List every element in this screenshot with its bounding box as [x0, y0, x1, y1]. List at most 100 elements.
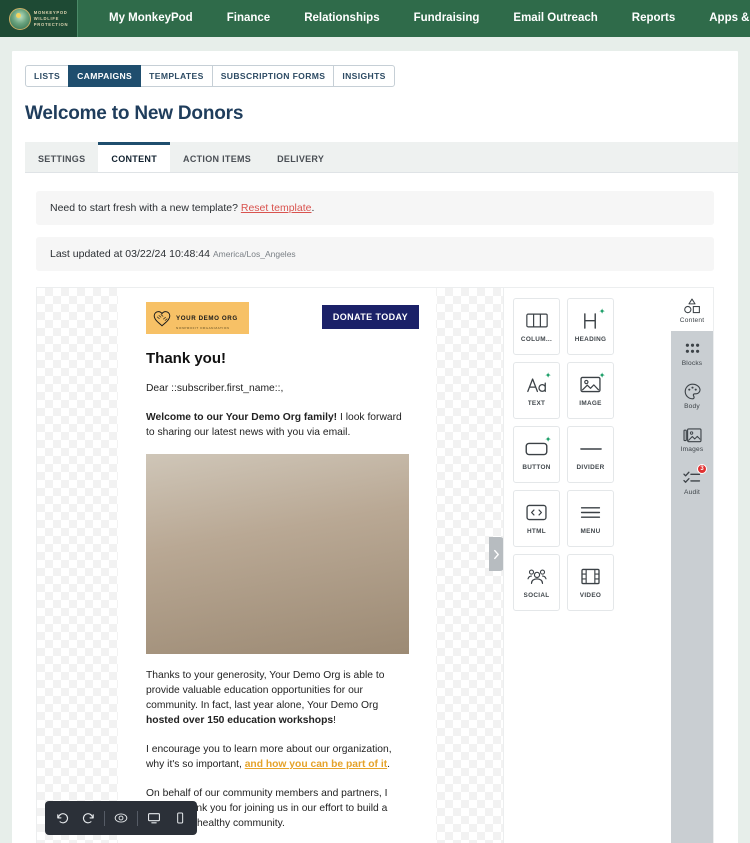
brand-logo[interactable]: MONKEYPOD WILDLIFE PROTECTION — [0, 0, 78, 37]
org-logo-tagline: NONPROFIT ORGANIZATION — [176, 325, 230, 330]
reset-notice-suffix: . — [311, 202, 315, 214]
editor-bottom-toolbar — [45, 801, 197, 835]
nav-link-fundraising[interactable]: Fundraising — [397, 0, 497, 37]
learn-more-link[interactable]: and how you can be part of it — [245, 759, 387, 770]
email-welcome-paragraph[interactable]: Welcome to our Your Demo Org family! I l… — [146, 410, 409, 440]
block-html[interactable]: HTML — [513, 490, 560, 547]
reset-template-notice: Need to start fresh with a new template?… — [36, 191, 714, 225]
rail-item-body[interactable]: Body — [671, 374, 713, 417]
chevron-right-icon — [494, 549, 499, 559]
content-card: LISTS CAMPAIGNS TEMPLATES SUBSCRIPTION F… — [12, 51, 738, 843]
logo-line-1: MONKEYPOD — [33, 9, 68, 15]
pill-tab-insights[interactable]: INSIGHTS — [333, 65, 395, 87]
block-video[interactable]: VIDEO — [567, 554, 614, 611]
org-logo-name: YOUR DEMO ORG — [176, 314, 238, 322]
last-updated-notice: Last updated at 03/22/24 10:48:44 America… — [36, 237, 714, 271]
block-menu[interactable]: MENU — [567, 490, 614, 547]
desktop-view-button[interactable] — [141, 807, 167, 829]
ai-sparkle-icon: ✦ — [544, 370, 552, 380]
tab-content[interactable]: CONTENT — [98, 142, 171, 172]
demo-org-logo[interactable]: YOUR DEMO ORG NONPROFIT ORGANIZATION — [146, 302, 249, 334]
email-canvas[interactable]: YOUR DEMO ORG NONPROFIT ORGANIZATION DON… — [37, 288, 503, 843]
block-label-text: TEXT — [527, 399, 546, 407]
video-icon — [579, 567, 603, 587]
block-social[interactable]: SOCIAL — [513, 554, 560, 611]
last-updated-text: Last updated at 03/22/24 10:48:44 — [50, 248, 210, 260]
primary-nav-links: My MonkeyPod Finance Relationships Fundr… — [78, 0, 750, 37]
block-divider[interactable]: DIVIDER — [567, 426, 614, 483]
campaign-section-tabs: SETTINGS CONTENT ACTION ITEMS DELIVERY — [25, 142, 738, 173]
pill-tab-templates[interactable]: TEMPLATES — [140, 65, 213, 87]
block-label-html: HTML — [527, 527, 546, 535]
rail-label-body: Body — [684, 403, 700, 410]
generosity-text-post: ! — [333, 715, 336, 726]
email-editor: YOUR DEMO ORG NONPROFIT ORGANIZATION DON… — [36, 287, 714, 843]
ai-sparkle-icon: ✦ — [544, 434, 552, 444]
collapse-panel-handle[interactable] — [489, 537, 503, 571]
nav-link-relationships[interactable]: Relationships — [287, 0, 396, 37]
tab-delivery[interactable]: DELIVERY — [264, 142, 337, 172]
mobile-view-button[interactable] — [167, 807, 193, 829]
email-generosity-paragraph[interactable]: Thanks to your generosity, Your Demo Org… — [146, 668, 409, 728]
rail-item-blocks[interactable]: Blocks — [671, 331, 713, 374]
nav-link-reports[interactable]: Reports — [615, 0, 692, 37]
toolbar-divider-2 — [137, 810, 138, 826]
nav-link-email-outreach[interactable]: Email Outreach — [496, 0, 614, 37]
email-salutation[interactable]: Dear ::subscriber.first_name::, — [146, 381, 409, 396]
block-columns[interactable]: COLUM... — [513, 298, 560, 355]
block-text[interactable]: ✦ TEXT — [513, 362, 560, 419]
heading-icon: ✦ — [579, 306, 606, 331]
reset-notice-text: Need to start fresh with a new template? — [50, 202, 238, 214]
page-title: Welcome to New Donors — [25, 103, 244, 124]
encourage-text-post: . — [387, 759, 391, 770]
block-button[interactable]: ✦ BUTTON — [513, 426, 560, 483]
block-label-image: IMAGE — [579, 399, 602, 407]
ai-sparkle-icon: ✦ — [598, 370, 606, 380]
reset-template-link[interactable]: Reset template — [241, 202, 312, 214]
rail-item-images[interactable]: Images — [671, 417, 713, 460]
tab-settings[interactable]: SETTINGS — [25, 142, 98, 172]
page-container: LISTS CAMPAIGNS TEMPLATES SUBSCRIPTION F… — [0, 51, 750, 843]
rail-item-audit[interactable]: 3 Audit — [671, 460, 713, 503]
pill-tab-lists[interactable]: LISTS — [25, 65, 70, 87]
block-label-divider: DIVIDER — [576, 463, 605, 471]
photo-content — [146, 454, 409, 654]
block-label-menu: MENU — [580, 527, 601, 535]
block-label-columns: COLUM... — [520, 335, 553, 343]
email-encourage-paragraph[interactable]: I encourage you to learn more about our … — [146, 742, 409, 772]
rail-label-blocks: Blocks — [681, 360, 703, 367]
images-icon — [682, 426, 702, 443]
email-header-row: YOUR DEMO ORG NONPROFIT ORGANIZATION DON… — [118, 302, 436, 334]
rail-item-content[interactable]: Content — [671, 288, 713, 331]
email-template-sheet[interactable]: YOUR DEMO ORG NONPROFIT ORGANIZATION DON… — [118, 288, 436, 843]
shapes-icon — [682, 297, 702, 314]
block-label-button: BUTTON — [522, 463, 551, 471]
monkeypod-seal-icon — [8, 7, 31, 30]
tab-action-items[interactable]: ACTION ITEMS — [170, 142, 264, 172]
nav-link-finance[interactable]: Finance — [210, 0, 287, 37]
undo-button[interactable] — [49, 807, 75, 829]
block-label-video: VIDEO — [579, 591, 602, 599]
block-heading[interactable]: ✦ HEADING — [567, 298, 614, 355]
block-label-heading: HEADING — [574, 335, 607, 343]
rail-label-images: Images — [680, 446, 704, 453]
block-image[interactable]: ✦ IMAGE — [567, 362, 614, 419]
donate-today-button[interactable]: DONATE TODAY — [321, 305, 419, 329]
pill-tab-campaigns[interactable]: CAMPAIGNS — [68, 65, 142, 87]
rail-label-content: Content — [679, 317, 705, 324]
ai-sparkle-icon: ✦ — [598, 306, 606, 316]
email-classroom-photo[interactable] — [146, 454, 409, 654]
nav-link-apps-integrations[interactable]: Apps & Integrations — [692, 0, 750, 37]
menu-icon — [579, 503, 603, 523]
email-heading[interactable]: Thank you! — [146, 350, 409, 367]
social-icon — [525, 567, 549, 587]
block-label-social: SOCIAL — [523, 591, 550, 599]
preview-eye-button[interactable] — [108, 807, 134, 829]
top-navigation-bar: MONKEYPOD WILDLIFE PROTECTION My MonkeyP… — [0, 0, 750, 37]
image-icon: ✦ — [579, 370, 606, 395]
html-icon — [525, 503, 549, 523]
redo-button[interactable] — [75, 807, 101, 829]
nav-link-my-monkeypod[interactable]: My MonkeyPod — [92, 0, 210, 37]
email-body: Thank you! Dear ::subscriber.first_name:… — [118, 350, 436, 843]
pill-tab-subscription-forms[interactable]: SUBSCRIPTION FORMS — [211, 65, 335, 87]
